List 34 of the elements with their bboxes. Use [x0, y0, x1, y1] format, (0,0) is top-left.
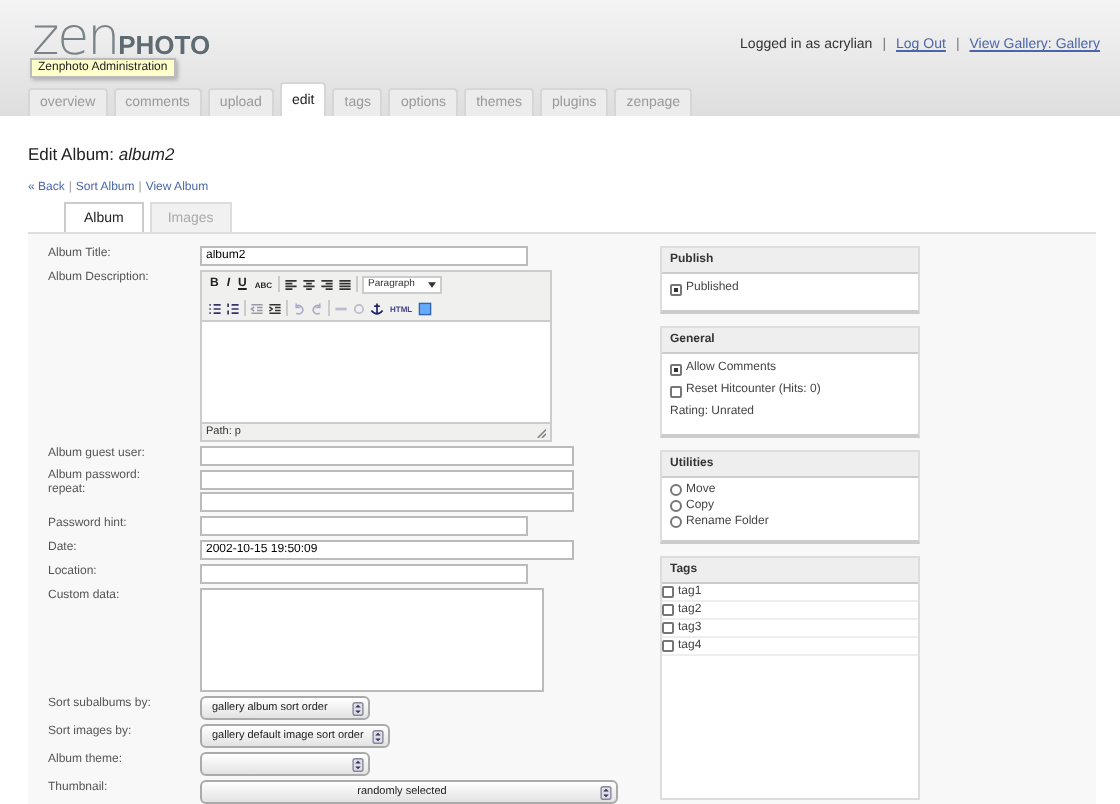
align-icon[interactable]	[338, 277, 353, 291]
custom-data-field[interactable]	[200, 588, 544, 692]
select-field[interactable]	[200, 752, 370, 776]
stepper-icon	[352, 757, 364, 771]
stepper-icon	[352, 701, 364, 715]
tag-checkbox[interactable]	[662, 640, 674, 652]
stepper-icon	[371, 729, 384, 743]
radio-button[interactable]	[670, 484, 682, 496]
align-icon[interactable]	[284, 277, 299, 291]
resize-grip-icon[interactable]	[536, 427, 546, 437]
tag-checkbox[interactable]	[662, 622, 674, 634]
password-repeat-field[interactable]	[200, 492, 574, 512]
align-icon[interactable]	[320, 277, 335, 291]
stepper-icon	[600, 785, 612, 799]
caret-icon	[428, 281, 437, 287]
indent-icon[interactable]	[268, 301, 282, 315]
radio-button[interactable]	[670, 500, 682, 512]
numbered-list-icon[interactable]	[226, 301, 240, 315]
zenphoto-logo[interactable]: zenPHOTO	[32, 16, 211, 60]
checkbox[interactable]	[670, 385, 682, 397]
radio-button[interactable]	[670, 516, 682, 528]
anchor-icon[interactable]	[370, 301, 384, 315]
tag-checkbox[interactable]	[662, 586, 674, 598]
bullet-list-icon[interactable]	[208, 301, 222, 315]
align-icon[interactable]	[302, 277, 317, 291]
input-field[interactable]	[200, 564, 528, 584]
input-field[interactable]	[200, 446, 574, 466]
page-title: Edit Album: album2	[28, 144, 177, 164]
tag-checkbox[interactable]	[662, 604, 674, 616]
checkbox[interactable]	[670, 283, 682, 295]
input-field[interactable]	[200, 516, 528, 536]
password-field[interactable]	[200, 470, 574, 490]
checkbox[interactable]	[670, 363, 682, 375]
image-icon[interactable]	[418, 301, 433, 315]
